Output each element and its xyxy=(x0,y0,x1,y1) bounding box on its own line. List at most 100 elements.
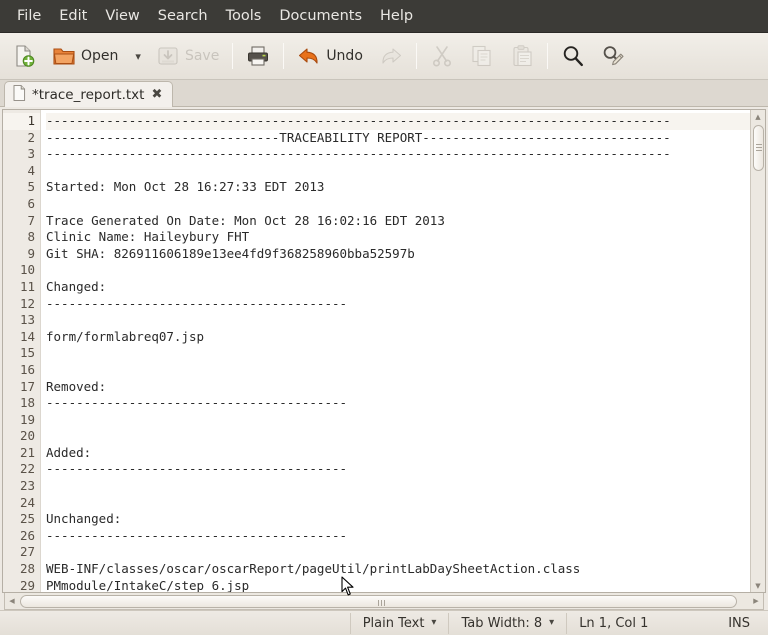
cursor-position-label: Ln 1, Col 1 xyxy=(579,615,649,631)
code-line[interactable]: ---------------------------------------- xyxy=(46,395,750,412)
open-button[interactable]: Open xyxy=(44,37,126,75)
toolbar: Open ▾ Save Undo xyxy=(0,33,768,80)
code-line[interactable]: Clinic Name: Haileybury FHT xyxy=(46,229,750,246)
find-replace-icon xyxy=(601,44,625,68)
line-number: 27 xyxy=(19,544,35,560)
code-line[interactable]: Changed: xyxy=(46,279,750,296)
code-line[interactable] xyxy=(46,163,750,180)
code-line[interactable] xyxy=(46,495,750,512)
open-button-label: Open xyxy=(81,48,119,64)
code-line[interactable]: ---------------------------------------- xyxy=(46,528,750,545)
text-content[interactable]: ----------------------------------------… xyxy=(41,110,750,592)
menu-item-search[interactable]: Search xyxy=(149,5,217,28)
line-number: 15 xyxy=(19,345,35,361)
line-number: 8 xyxy=(27,229,35,245)
tab-width-selector[interactable]: Tab Width: 8 ▾ xyxy=(448,612,566,634)
code-line[interactable] xyxy=(46,478,750,495)
code-line[interactable] xyxy=(46,412,750,429)
code-line[interactable]: ---------------------------------------- xyxy=(46,296,750,313)
code-line[interactable]: ----------------------------------------… xyxy=(46,113,750,130)
line-number: 26 xyxy=(19,527,35,543)
line-number: 1 xyxy=(3,113,40,130)
line-number: 5 xyxy=(27,179,35,195)
code-line[interactable]: WEB-INF/classes/oscar/oscarReport/pageUt… xyxy=(46,561,750,578)
code-line[interactable]: form/formlabreq07.jsp xyxy=(46,329,750,346)
chevron-down-icon: ▾ xyxy=(431,617,437,628)
code-line[interactable]: ----------------------------------------… xyxy=(46,146,750,163)
code-line[interactable]: -------------------------------TRACEABIL… xyxy=(46,130,750,147)
text-pane[interactable]: 1 2 3 4 5 6 7 8 9 10 11 12 13 14 15 16 17 18 19 20 21 22 23 24 2… xyxy=(3,110,750,592)
line-number: 12 xyxy=(19,295,35,311)
vertical-scroll-track[interactable] xyxy=(751,123,766,579)
replace-button[interactable] xyxy=(593,37,633,75)
redo-arrow-icon xyxy=(379,44,403,68)
line-number: 24 xyxy=(19,494,35,510)
code-line[interactable]: Unchanged: xyxy=(46,511,750,528)
vertical-scroll-thumb[interactable] xyxy=(752,125,764,171)
menu-item-edit[interactable]: Edit xyxy=(50,5,96,28)
toolbar-separator-3 xyxy=(415,43,417,69)
code-line[interactable]: Git SHA: 826911606189e13ee4fd9f368258960… xyxy=(46,246,750,263)
line-number: 25 xyxy=(19,511,35,527)
code-line[interactable]: Removed: xyxy=(46,379,750,396)
redo-button[interactable] xyxy=(371,37,411,75)
code-line[interactable] xyxy=(46,428,750,445)
tab-trace-report[interactable]: *trace_report.txt ✖ xyxy=(4,81,174,107)
menu-item-documents[interactable]: Documents xyxy=(270,5,371,28)
menu-item-tools[interactable]: Tools xyxy=(217,5,271,28)
print-button[interactable] xyxy=(238,37,278,75)
vertical-scrollbar[interactable]: ▲ ▼ xyxy=(750,110,765,592)
scroll-right-arrow-icon[interactable]: ▶ xyxy=(749,597,763,605)
tab-bar: *trace_report.txt ✖ xyxy=(0,80,768,107)
toolbar-separator-1 xyxy=(232,43,234,69)
menu-item-view[interactable]: View xyxy=(96,5,148,28)
copy-button[interactable] xyxy=(462,37,502,75)
line-number: 18 xyxy=(19,395,35,411)
code-line[interactable] xyxy=(46,312,750,329)
code-line[interactable]: Added: xyxy=(46,445,750,462)
code-line[interactable]: Trace Generated On Date: Mon Oct 28 16:0… xyxy=(46,213,750,230)
horizontal-scroll-track[interactable] xyxy=(19,594,749,609)
code-line[interactable]: ---------------------------------------- xyxy=(46,461,750,478)
paste-clipboard-icon xyxy=(510,44,534,68)
close-icon[interactable]: ✖ xyxy=(150,88,163,101)
line-number: 13 xyxy=(19,312,35,328)
code-line[interactable] xyxy=(46,362,750,379)
code-line[interactable]: Started: Mon Oct 28 16:27:33 EDT 2013 xyxy=(46,179,750,196)
language-selector[interactable]: Plain Text ▾ xyxy=(349,612,449,634)
text-file-icon xyxy=(13,84,26,105)
cut-button[interactable] xyxy=(422,37,462,75)
scroll-left-arrow-icon[interactable]: ◀ xyxy=(5,597,19,605)
code-line[interactable] xyxy=(46,345,750,362)
save-disk-icon xyxy=(156,44,180,68)
language-label: Plain Text xyxy=(362,615,425,631)
code-line[interactable] xyxy=(46,196,750,213)
open-dropdown-button[interactable]: ▾ xyxy=(126,37,148,75)
line-number: 6 xyxy=(27,195,35,211)
gedit-window: File Edit View Search Tools Documents He… xyxy=(0,0,768,635)
scroll-down-arrow-icon[interactable]: ▼ xyxy=(751,579,766,592)
horizontal-scrollbar[interactable]: ◀ ▶ xyxy=(4,593,764,610)
copy-icon xyxy=(470,44,494,68)
line-number: 2 xyxy=(27,129,35,145)
find-button[interactable] xyxy=(553,37,593,75)
cut-scissors-icon xyxy=(430,44,454,68)
line-number: 10 xyxy=(19,262,35,278)
code-line[interactable] xyxy=(46,544,750,561)
save-button[interactable]: Save xyxy=(148,37,227,75)
menu-item-help[interactable]: Help xyxy=(371,5,422,28)
tab-width-label: Tab Width: 8 xyxy=(461,615,543,631)
code-line[interactable]: PMmodule/IntakeC/step_6.jsp xyxy=(46,578,750,592)
new-document-button[interactable] xyxy=(4,37,44,75)
scroll-up-arrow-icon[interactable]: ▲ xyxy=(751,110,766,123)
toolbar-separator-4 xyxy=(546,43,548,69)
menu-item-file[interactable]: File xyxy=(8,5,50,28)
status-bar: Plain Text ▾ Tab Width: 8 ▾ Ln 1, Col 1 … xyxy=(0,610,768,635)
horizontal-scroll-thumb[interactable] xyxy=(20,594,737,608)
new-document-icon xyxy=(12,44,36,68)
undo-button[interactable]: Undo xyxy=(289,37,371,75)
code-line[interactable] xyxy=(46,262,750,279)
line-number: 7 xyxy=(27,212,35,228)
line-number: 16 xyxy=(19,361,35,377)
paste-button[interactable] xyxy=(502,37,542,75)
